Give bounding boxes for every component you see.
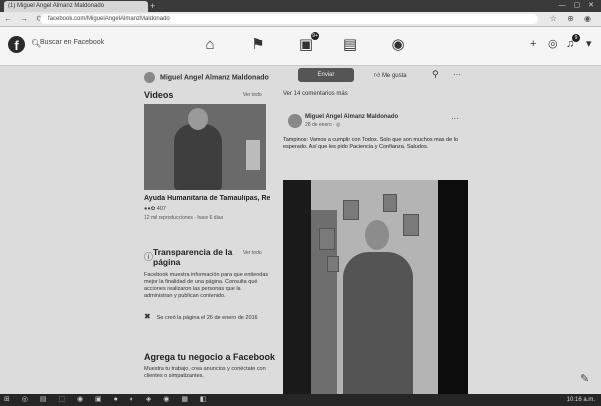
page-created-info: ✖ Se creó la página el 26 de enero de 201…	[144, 312, 258, 321]
thumbnail-person	[174, 124, 222, 190]
reaction-count: 407	[156, 206, 166, 212]
wall-frame	[383, 194, 397, 212]
notification-badge: 9	[572, 34, 580, 42]
profile-name-label: Miguel Angel Almanz Maldonado	[160, 74, 269, 82]
video-person	[343, 252, 413, 394]
send-message-button[interactable]: Enviar	[298, 68, 354, 82]
flag-pin-icon: ✖	[144, 312, 151, 321]
facebook-logo-icon[interactable]: f	[8, 36, 25, 53]
video-reactions[interactable]: ●●✿ 407	[144, 206, 166, 212]
post-avatar[interactable]	[288, 114, 302, 128]
video-title[interactable]: Ayuda Humanitaria de Tamaulipas, Reci…	[144, 195, 270, 202]
wall-frame	[327, 256, 339, 272]
facebook-header: f 🔍︎ Buscar en Facebook ⌂ ⚑ ▣ 9+ ▤ ◉ + ◎ …	[0, 27, 601, 66]
watch-icon[interactable]: ▣ 9+	[296, 32, 319, 55]
wall-frame	[403, 214, 419, 236]
flag-icon[interactable]: ⚑	[248, 35, 268, 55]
post-author[interactable]: Miguel Angel Almanz Maldonado	[305, 114, 398, 120]
video-person-head	[365, 220, 389, 250]
like-label: Me gusta	[381, 73, 407, 79]
post-video[interactable]	[283, 180, 468, 394]
post-date[interactable]: 28 de enero · ◎	[305, 122, 341, 128]
videos-title: Videos	[144, 90, 174, 100]
video-dark-edge	[438, 180, 468, 394]
transparency-title: Transparencia de la página	[153, 247, 233, 267]
video-thumbnail[interactable]	[144, 104, 266, 190]
taskbar-clock: 10:16 a.m.	[566, 397, 595, 403]
more-options-icon[interactable]: ···	[453, 70, 461, 79]
post-text: Tampinos: Vamos a cumplir con Todos. Sol…	[283, 137, 458, 150]
browser-tab[interactable]: (1) Miguel Angel Almanz Maldonado	[4, 1, 148, 12]
video-meta: 12 mil reproducciones · hace 6 días	[144, 215, 224, 221]
account-menu-icon[interactable]: ▾	[586, 36, 592, 52]
browser-titlebar: (1) Miguel Angel Almanz Maldonado + — ▢ …	[0, 0, 601, 12]
transparency-icon: ⓘ	[144, 252, 154, 262]
business-promo-body: Muestra tu trabajo, crea anuncios y coné…	[144, 366, 266, 379]
videos-see-all-link[interactable]: Ver todo	[243, 92, 262, 98]
page-search-icon[interactable]: ⚲	[432, 69, 439, 80]
home-icon[interactable]: ⌂	[200, 35, 220, 55]
like-page-button[interactable]: 👍︎ Me gusta	[374, 71, 407, 79]
groups-icon[interactable]: ◉	[388, 35, 408, 55]
taskbar-icons[interactable]: ⊞ ◎ ▤ ⬚ ◉ ▣ ● ◐ ◈ ◉ ▦ ◧	[4, 394, 212, 406]
os-taskbar: ⊞ ◎ ▤ ⬚ ◉ ▣ ● ◐ ◈ ◉ ▦ ◧ 10:16 a.m.	[0, 394, 601, 406]
address-bar: ← → ⟳ facebook.com/MiguelAngelAlmanzMald…	[0, 12, 601, 27]
new-message-icon[interactable]: ✎	[580, 372, 589, 385]
watch-badge: 9+	[311, 32, 319, 40]
messenger-icon[interactable]: ◎	[548, 36, 558, 52]
marketplace-icon[interactable]: ▤	[340, 35, 360, 55]
avatar[interactable]	[144, 72, 155, 83]
created-label: Se creó la página el 26 de enero de 2016	[156, 315, 258, 321]
url-field[interactable]: facebook.com/MiguelAngelAlmanzMaldonado	[40, 14, 538, 24]
new-tab-icon[interactable]: +	[150, 0, 155, 12]
business-promo-title[interactable]: Agrega tu negocio a Facebook	[144, 352, 275, 362]
browser-extension-icons[interactable]: ☆ ⊕ ◉	[550, 13, 595, 25]
post-options-icon[interactable]: ···	[451, 114, 459, 123]
wall-frame	[319, 228, 335, 250]
view-more-comments-link[interactable]: Ver 14 comentarios más	[283, 91, 348, 97]
wall-frame	[343, 200, 359, 220]
search-input[interactable]: Buscar en Facebook	[40, 39, 104, 46]
thumbnail-head	[188, 108, 208, 130]
transparency-see-all-link[interactable]: Ver todo	[243, 250, 262, 256]
plus-icon[interactable]: +	[530, 36, 536, 52]
bell-icon[interactable]: ♫ 9	[566, 34, 580, 52]
window-controls[interactable]: — ▢ ✕	[559, 0, 597, 12]
thumbnail-flag	[246, 140, 260, 170]
transparency-body: Facebook muestra información para que en…	[144, 272, 269, 299]
